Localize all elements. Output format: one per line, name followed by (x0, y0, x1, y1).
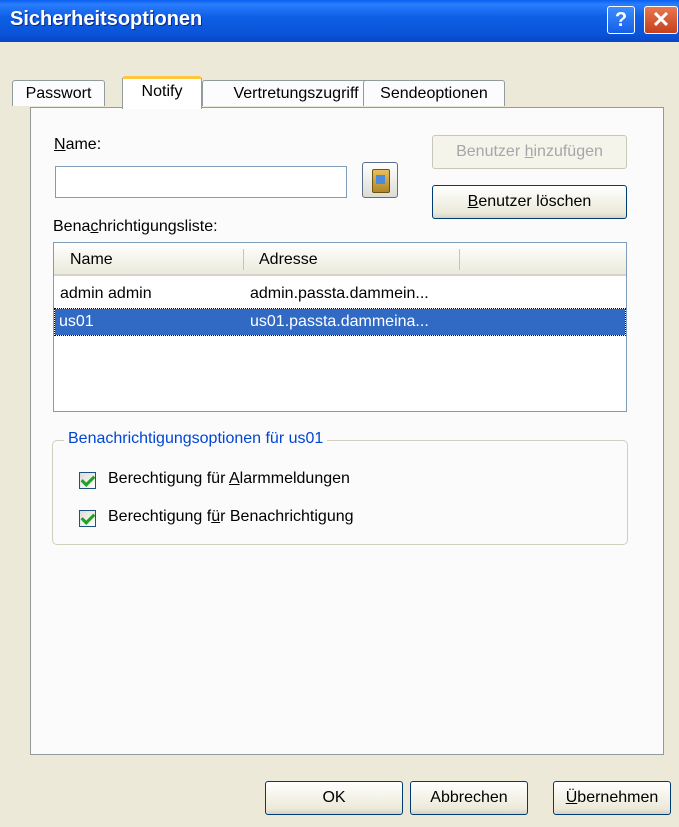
row-name: admin admin (60, 285, 152, 302)
tab-sendeoptionen[interactable]: Sendeoptionen (363, 80, 505, 106)
column-header-address[interactable]: Adresse (259, 251, 318, 269)
notification-options-group (52, 440, 628, 545)
list-row[interactable]: admin admin admin.passta.dammein... (55, 281, 625, 307)
name-label: Name: (54, 136, 102, 153)
cancel-button[interactable]: Abbrechen (410, 781, 528, 815)
column-divider[interactable] (459, 249, 460, 270)
help-button[interactable]: ? (607, 6, 635, 34)
add-user-button[interactable]: Benutzer hinzufügen (432, 135, 627, 169)
name-input[interactable] (55, 166, 347, 198)
row-name: us01 (59, 313, 94, 330)
title-bar[interactable]: Sicherheitsoptionen ? ✕ (0, 0, 679, 42)
notification-permission-label[interactable]: Berechtigung für Benachrichtigung (108, 508, 354, 526)
alarm-permission-label[interactable]: Berechtigung für Alarmmeldungen (108, 470, 350, 488)
alarm-permission-checkbox[interactable] (79, 472, 96, 489)
address-book-button[interactable] (362, 162, 398, 198)
security-options-dialog: Sicherheitsoptionen ? ✕ Passwort Notify … (0, 0, 679, 827)
notification-list-label: Benachrichtigungsliste: (53, 218, 218, 235)
group-title: Benachrichtigungsoptionen für us01 (64, 430, 328, 448)
tab-notify[interactable]: Notify (122, 76, 202, 109)
row-address: admin.passta.dammein... (250, 285, 429, 302)
close-button[interactable]: ✕ (644, 6, 678, 34)
list-header: Name Adresse (54, 243, 626, 276)
notification-permission-checkbox[interactable] (79, 510, 96, 527)
notification-list[interactable]: Name Adresse admin admin admin.passta.da… (53, 242, 627, 412)
delete-user-button[interactable]: Benutzer löschen (432, 185, 627, 219)
ok-button[interactable]: OK (265, 781, 403, 815)
address-book-icon (372, 169, 390, 193)
row-address: us01.passta.dammeina... (250, 313, 429, 330)
list-row-selected[interactable]: us01 us01.passta.dammeina... (54, 308, 626, 336)
window-title: Sicherheitsoptionen (10, 8, 203, 30)
column-header-name[interactable]: Name (70, 251, 113, 269)
tab-vertretungszugriff[interactable]: Vertretungszugriff (202, 80, 390, 106)
column-divider[interactable] (243, 249, 244, 270)
tab-passwort[interactable]: Passwort (12, 80, 105, 106)
apply-button[interactable]: Übernehmen (553, 781, 671, 815)
